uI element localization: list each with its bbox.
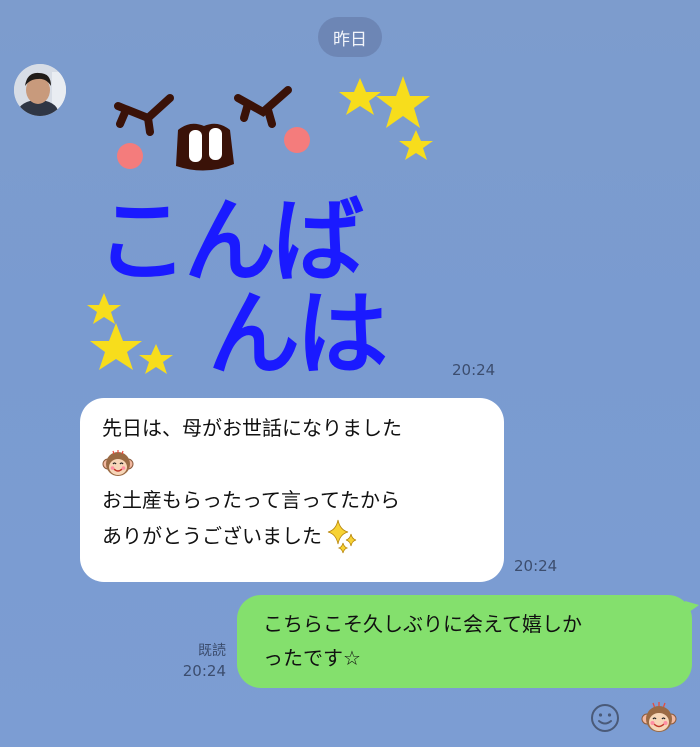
incoming-message-timestamp: 20:24 [514,557,558,575]
sticker-mouth [176,123,234,171]
sticker-left-eye [114,94,174,136]
sticker-text-line1: こんば [96,188,364,295]
incoming-monkey-emoji-line [102,446,488,482]
sticker-timestamp: 20:24 [452,361,496,379]
monkey-sticker-icon[interactable] [641,700,677,736]
sparkle-icon [327,519,357,554]
read-label: 既読 [198,643,226,659]
contact-avatar[interactable] [14,64,66,116]
sticker-text-line2: んは [208,281,386,388]
outgoing-message-bubble[interactable]: こちらこそ久しぶりに会えて嬉しか ったです☆ [237,595,699,688]
monkey-emoji-icon [102,450,134,476]
date-separator: 昨日 [318,17,382,57]
sticker-right-eye [234,86,292,128]
greeting-sticker[interactable]: こんば んは [78,68,438,388]
outgoing-message-line-2: ったです☆ [263,646,361,670]
sticker-right-cheek [284,127,310,153]
incoming-message-line-2: お土産もらったって言ってたから [102,488,400,512]
sticker-left-cheek [117,143,143,169]
read-status: 既読 20:24 [172,641,226,681]
emoji-face-icon[interactable] [590,703,620,733]
incoming-message-bubble[interactable]: 先日は、母がお世話になりました お土産もらったって言ってたから ありがとうござい… [80,398,504,582]
incoming-message-line-1: 先日は、母がお世話になりました [102,416,402,440]
incoming-message-line-3: ありがとうございました [102,518,488,554]
outgoing-message-line-1: こちらこそ久しぶりに会えて嬉しか [263,612,582,636]
outgoing-timestamp: 20:24 [182,662,226,680]
incoming-message-line-3-text: ありがとうございました [102,524,322,548]
